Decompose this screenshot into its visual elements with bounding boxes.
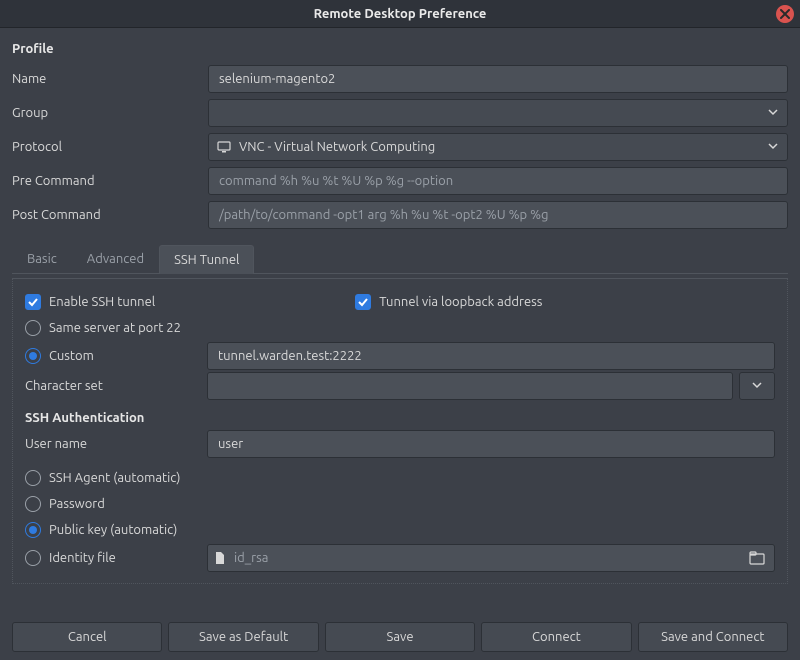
custom-server-field[interactable] [216, 348, 766, 364]
save-and-connect-button[interactable]: Save and Connect [638, 622, 788, 652]
save-button[interactable]: Save [325, 622, 475, 652]
public-key-radio[interactable]: Public key (automatic) [25, 517, 775, 543]
identity-file-placeholder: id_rsa [234, 551, 268, 565]
checkmark-icon [357, 296, 369, 308]
pre-command-input[interactable] [208, 167, 788, 195]
ssh-auth-heading: SSH Authentication [25, 411, 775, 425]
window-title: Remote Desktop Preference [314, 7, 487, 21]
same-server-radio[interactable]: Same server at port 22 [25, 315, 775, 341]
group-select[interactable] [208, 99, 788, 127]
profile-section-heading: Profile [12, 42, 788, 56]
username-label: User name [25, 437, 201, 451]
custom-server-input[interactable] [207, 342, 775, 370]
monitor-icon [217, 140, 231, 154]
password-label: Password [49, 497, 105, 511]
charset-label: Character set [25, 379, 201, 393]
ssh-agent-label: SSH Agent (automatic) [49, 471, 180, 485]
custom-server-radio[interactable]: Custom [25, 343, 201, 369]
file-icon [214, 551, 226, 565]
enable-ssh-tunnel-checkbox[interactable]: Enable SSH tunnel [25, 289, 155, 315]
cancel-button[interactable]: Cancel [12, 622, 162, 652]
identity-file-label: Identity file [49, 551, 116, 565]
ssh-agent-radio[interactable]: SSH Agent (automatic) [25, 465, 775, 491]
pre-command-field[interactable] [217, 173, 779, 189]
charset-field[interactable] [216, 378, 724, 394]
close-icon [780, 9, 790, 19]
protocol-value: VNC - Virtual Network Computing [239, 140, 435, 154]
pre-command-label: Pre Command [12, 174, 202, 188]
tab-advanced[interactable]: Advanced [72, 244, 159, 273]
chevron-down-icon [767, 140, 779, 155]
username-field[interactable] [216, 436, 766, 452]
identity-file-input[interactable]: id_rsa [207, 544, 775, 572]
dialog-button-bar: Cancel Save as Default Save Connect Save… [12, 616, 788, 652]
public-key-label: Public key (automatic) [49, 523, 177, 537]
protocol-select[interactable]: VNC - Virtual Network Computing [208, 133, 788, 161]
group-label: Group [12, 106, 202, 120]
save-as-default-button[interactable]: Save as Default [168, 622, 318, 652]
identity-file-radio[interactable]: Identity file [25, 545, 201, 571]
password-radio[interactable]: Password [25, 491, 775, 517]
preferences-window: Remote Desktop Preference Profile Name G… [0, 0, 800, 660]
checkmark-icon [27, 296, 39, 308]
protocol-label: Protocol [12, 140, 202, 154]
post-command-input[interactable] [208, 201, 788, 229]
custom-server-label: Custom [49, 349, 94, 363]
folder-icon [749, 551, 765, 565]
loopback-checkbox[interactable]: Tunnel via loopback address [355, 289, 542, 315]
titlebar: Remote Desktop Preference [0, 0, 800, 28]
name-input-field[interactable] [217, 71, 779, 87]
post-command-label: Post Command [12, 208, 202, 222]
post-command-field[interactable] [217, 207, 779, 223]
name-label: Name [12, 72, 202, 86]
ssh-tunnel-panel: Enable SSH tunnel Tunnel via loopback ad… [12, 278, 788, 584]
chevron-down-icon [767, 106, 779, 121]
same-server-label: Same server at port 22 [49, 321, 181, 335]
tab-ssh-tunnel[interactable]: SSH Tunnel [159, 245, 254, 274]
charset-dropdown-button[interactable] [739, 372, 775, 400]
window-body: Profile Name Group Protocol VNC - Virtua… [0, 28, 800, 660]
tab-basic[interactable]: Basic [12, 244, 72, 273]
identity-file-browse-button[interactable] [746, 548, 768, 568]
window-close-button[interactable] [776, 5, 794, 23]
chevron-down-icon [751, 379, 763, 394]
enable-ssh-tunnel-label: Enable SSH tunnel [49, 295, 155, 309]
username-input[interactable] [207, 430, 775, 458]
tab-bar: Basic Advanced SSH Tunnel [12, 244, 788, 274]
loopback-label: Tunnel via loopback address [379, 295, 542, 309]
charset-input[interactable] [207, 372, 733, 400]
name-input[interactable] [208, 65, 788, 93]
connect-button[interactable]: Connect [481, 622, 631, 652]
